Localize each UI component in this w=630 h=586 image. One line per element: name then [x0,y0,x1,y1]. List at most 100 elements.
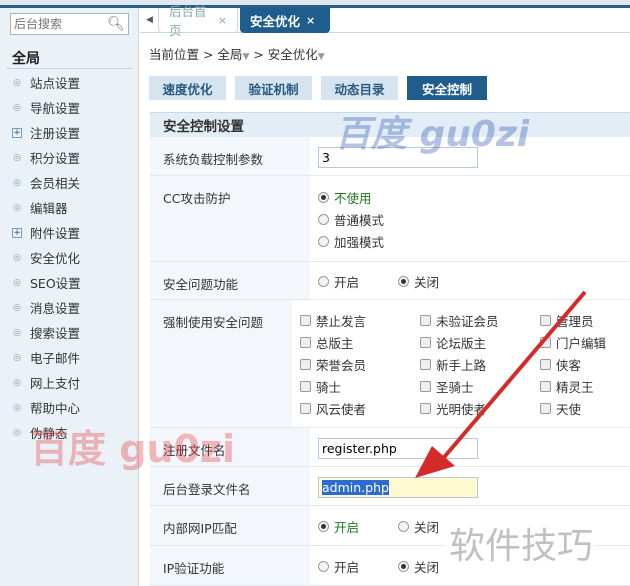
form-title: 安全控制设置 [150,112,630,137]
sidebar-item-label: 附件设置 [30,226,81,241]
radio-sq-on[interactable]: 开启 [318,270,398,292]
bullet-icon: ◎ [13,402,21,413]
group-checkbox[interactable]: 精灵王 [540,375,630,397]
sidebar-item[interactable]: ◎ 搜索设置 [0,320,139,345]
checkbox-icon[interactable] [300,402,311,414]
group-checkbox[interactable]: 圣骑士 [420,375,540,397]
radio-cc-normal[interactable]: 普通模式 [318,208,630,230]
subtab-security[interactable]: 安全控制 [407,76,487,100]
bullet-icon: ◎ [13,302,21,313]
checkbox-icon[interactable] [540,402,551,414]
radio-lan-on[interactable]: 开启 [318,515,398,537]
checkbox-icon[interactable] [420,314,431,326]
checkbox-label: 精灵王 [556,379,594,395]
sidebar-item[interactable]: ◎ 电子邮件 [0,345,139,370]
sidebar-search[interactable]: 🔍︎ [10,13,129,35]
group-checkbox[interactable]: 天使 [540,397,630,419]
sidebar-item[interactable]: + 附件设置 [0,220,139,245]
group-checkbox[interactable]: 管理员 [540,309,630,331]
sidebar-title: 全局 [12,51,40,67]
subtab-speed[interactable]: 速度优化 [149,76,226,100]
group-checkbox[interactable]: 新手上路 [420,353,540,375]
subtab-dynamic-dir[interactable]: 动态目录 [321,76,398,100]
load-input[interactable] [318,147,478,168]
bullet-icon: ◎ [13,352,21,363]
radio-ipv-off[interactable]: 关闭 [398,555,478,577]
field-label: IP验证功能 [150,546,310,585]
row-ip-verify: IP验证功能 开启 关闭 [150,546,630,586]
checkbox-icon[interactable] [300,314,311,326]
checkbox-label: 光明使者 [436,401,487,417]
sidebar-item-label: 伪静态 [30,426,68,441]
sidebar-item[interactable]: ◎ 消息设置 [0,295,139,320]
search-icon[interactable]: 🔍︎ [107,16,125,32]
row-load: 系统负载控制参数 [150,137,630,176]
tab-security-optimization[interactable]: 安全优化 × [240,8,330,33]
sidebar-item[interactable]: ◎ 安全优化 [0,245,139,270]
sub-tabs: 速度优化 验证机制 动态目录 安全控制 [149,76,487,100]
group-checkbox[interactable]: 论坛版主 [420,331,540,353]
group-checkbox[interactable]: 光明使者 [420,397,540,419]
group-checkbox[interactable]: 荣誉会员 [300,353,420,375]
checkbox-label: 侠客 [556,357,582,373]
group-checkbox[interactable]: 骑士 [300,375,420,397]
security-form: 安全控制设置 系统负载控制参数 CC攻击防护 不使用 普通模式 加强模式 安全问… [150,112,630,586]
sidebar: 🔍︎ 全局 ◎ 站点设置 ◎ 导航设置 + 注册设置 ◎ 积分设置 ◎ 会员相关 ◎ 编辑器 + 附件设置… [0,8,139,586]
checkbox-icon[interactable] [420,358,431,370]
radio-ipv-on[interactable]: 开启 [318,555,398,577]
sidebar-item[interactable]: + 注册设置 [0,120,139,145]
row-security-question: 安全问题功能 开启 关闭 [150,262,630,300]
group-checkbox[interactable]: 未验证会员 [420,309,540,331]
search-input[interactable] [11,17,107,31]
tab-bar: ◀ 后台首页 × 安全优化 × [140,4,630,38]
sidebar-item-label: 消息设置 [30,301,81,316]
close-icon[interactable]: × [306,14,315,27]
checkbox-icon[interactable] [300,380,311,392]
checkbox-icon[interactable] [420,402,431,414]
group-checkbox[interactable]: 门户编辑 [540,331,630,353]
checkbox-icon[interactable] [540,314,551,326]
checkbox-icon[interactable] [420,380,431,392]
checkbox-icon[interactable] [540,380,551,392]
bullet-icon: ◎ [13,102,21,113]
close-icon[interactable]: × [218,14,227,27]
radio-sq-off[interactable]: 关闭 [398,270,478,292]
tab-scroll-left-icon[interactable]: ◀ [146,15,153,25]
breadcrumb-current[interactable]: 安全优化 [268,47,318,62]
radio-lan-off[interactable]: 关闭 [398,515,478,537]
group-checkbox[interactable]: 风云使者 [300,397,420,419]
admin-file-input[interactable]: admin.php [318,477,478,498]
checkbox-label: 未验证会员 [436,313,499,329]
sidebar-item[interactable]: ◎ 积分设置 [0,145,139,170]
sidebar-item[interactable]: ◎ 伪静态 [0,420,139,445]
checkbox-icon[interactable] [540,358,551,370]
sidebar-item[interactable]: ◎ SEO设置 [0,270,139,295]
sidebar-item-label: 注册设置 [30,126,81,141]
radio-cc-none[interactable]: 不使用 [318,186,630,208]
checkbox-label: 新手上路 [436,357,487,373]
checkbox-icon[interactable] [420,336,431,348]
sidebar-item[interactable]: ◎ 帮助中心 [0,395,139,420]
row-lan-ip: 内部网IP匹配 开启 关闭 [150,506,630,546]
sidebar-item[interactable]: ◎ 会员相关 [0,170,139,195]
radio-cc-strong[interactable]: 加强模式 [318,230,630,252]
sidebar-item[interactable]: ◎ 导航设置 [0,95,139,120]
checkbox-icon[interactable] [300,336,311,348]
chevron-down-icon[interactable]: ▼ [318,52,325,62]
tab-home[interactable]: 后台首页 × [158,4,238,38]
sidebar-item-label: 编辑器 [30,201,68,216]
sidebar-item[interactable]: ◎ 站点设置 [0,70,139,95]
checkbox-label: 门户编辑 [556,335,607,351]
sidebar-item[interactable]: ◎ 网上支付 [0,370,139,395]
group-checkbox[interactable]: 禁止发言 [300,309,420,331]
breadcrumb-global[interactable]: 全局 [217,47,242,62]
register-file-input[interactable] [318,438,478,459]
checkbox-label: 风云使者 [316,401,367,417]
checkbox-icon[interactable] [300,358,311,370]
subtab-verification[interactable]: 验证机制 [235,76,312,100]
group-checkbox[interactable]: 侠客 [540,353,630,375]
sidebar-item[interactable]: ◎ 编辑器 [0,195,139,220]
group-checkbox[interactable]: 总版主 [300,331,420,353]
checkbox-icon[interactable] [540,336,551,348]
field-label: CC攻击防护 [150,176,310,261]
